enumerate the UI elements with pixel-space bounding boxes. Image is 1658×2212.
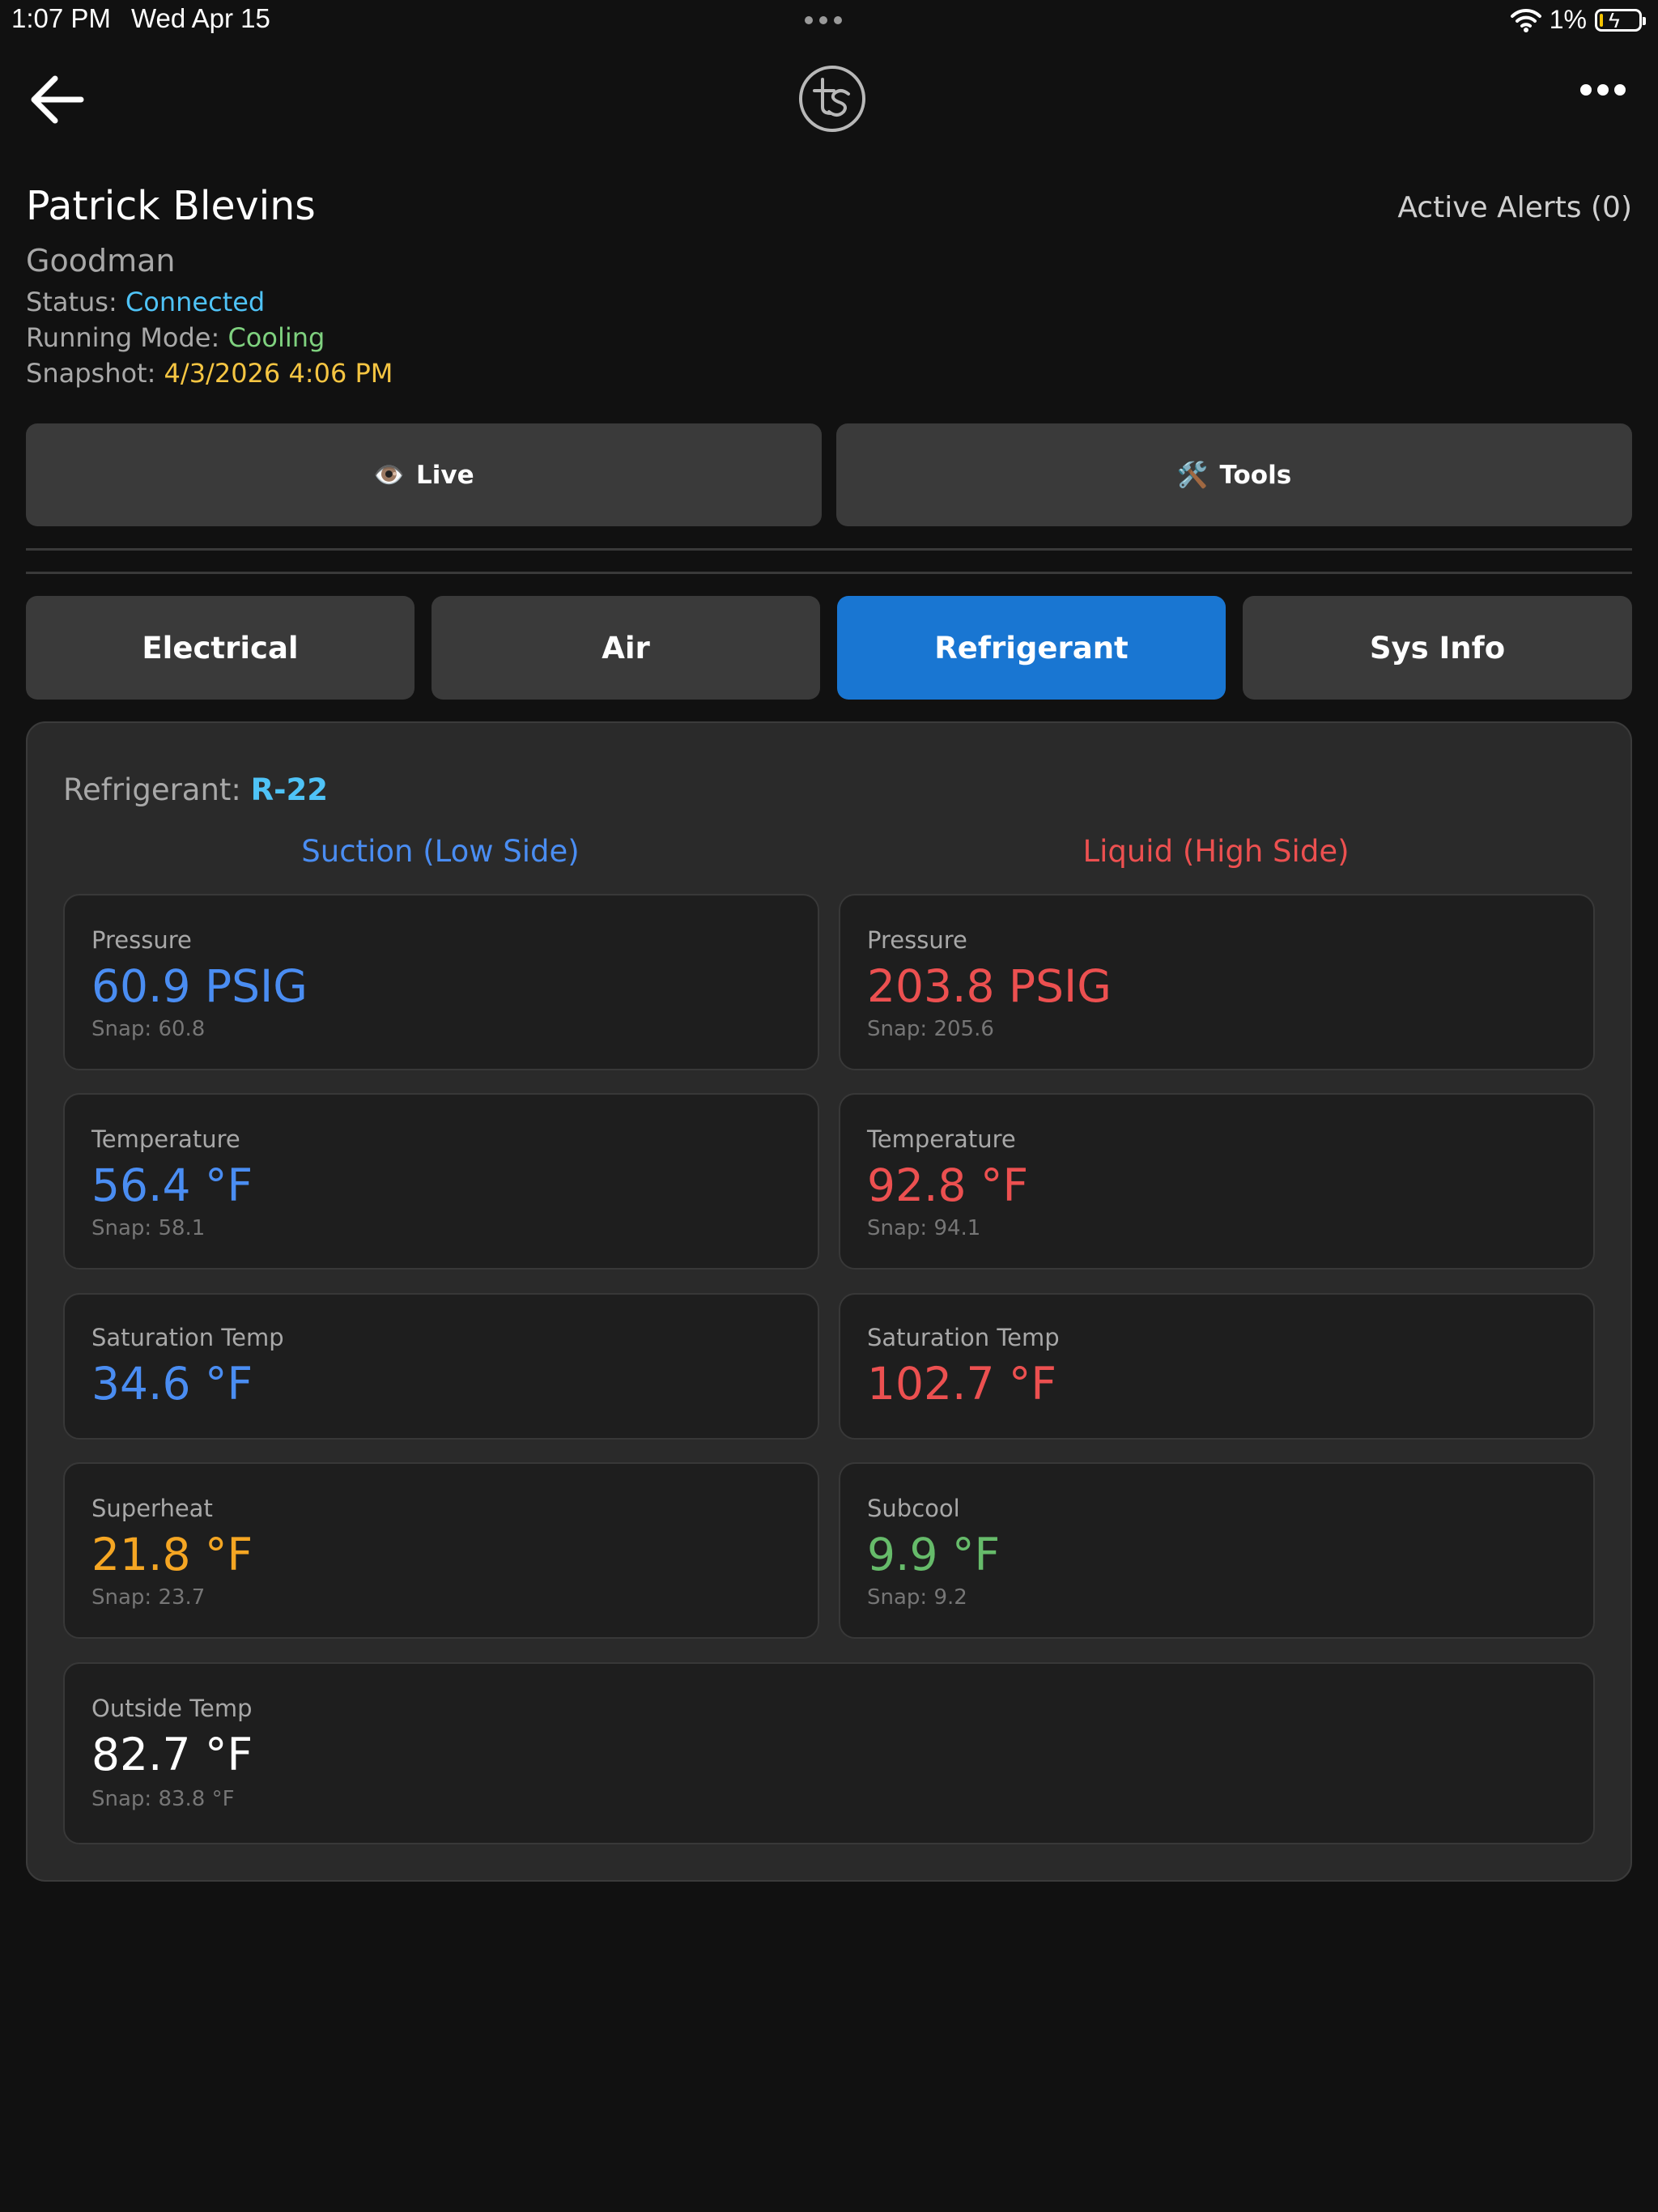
arrow-left-icon — [31, 75, 84, 124]
status-line: Status: Connected — [26, 287, 265, 317]
card-label: Superheat — [91, 1495, 213, 1522]
liquid-pressure-card: Pressure 203.8 PSIG Snap: 205.6 — [839, 894, 1595, 1070]
card-value: 82.7 °F — [91, 1729, 253, 1780]
card-value: 21.8 °F — [91, 1529, 253, 1580]
liquid-saturation-card: Saturation Temp 102.7 °F — [839, 1293, 1595, 1440]
card-label: Temperature — [91, 1125, 240, 1153]
card-label: Subcool — [867, 1495, 960, 1522]
multitask-dots-icon[interactable] — [805, 16, 842, 24]
tab-air[interactable]: Air — [432, 596, 820, 700]
active-alerts-link[interactable]: Active Alerts (0) — [1397, 191, 1632, 224]
card-snap: Snap: 83.8 °F — [91, 1787, 235, 1811]
tools-button[interactable]: 🛠️ Tools — [836, 423, 1632, 526]
status-indicators: 1% ϟ — [1510, 5, 1646, 35]
battery-percent: 1% — [1549, 5, 1587, 34]
live-label: Live — [415, 460, 474, 490]
card-label: Pressure — [867, 926, 967, 954]
card-label: Saturation Temp — [867, 1324, 1060, 1351]
running-mode-value: Cooling — [227, 322, 325, 353]
live-button[interactable]: 👁️ Live — [26, 423, 822, 526]
running-mode-label: Running Mode: — [26, 322, 228, 353]
card-snap: Snap: 205.6 — [867, 1017, 994, 1041]
battery-charging-icon: ϟ — [1595, 8, 1646, 32]
card-snap: Snap: 58.1 — [91, 1216, 206, 1240]
high-side-heading: Liquid (High Side) — [1082, 834, 1350, 869]
snapshot-value: 4/3/2026 4:06 PM — [164, 358, 393, 389]
divider — [26, 548, 1632, 551]
snapshot-label: Snapshot: — [26, 358, 164, 389]
outside-temp-card: Outside Temp 82.7 °F Snap: 83.8 °F — [63, 1662, 1595, 1844]
liquid-temperature-card: Temperature 92.8 °F Snap: 94.1 — [839, 1093, 1595, 1270]
refrigerant-label: Refrigerant: — [63, 772, 251, 807]
tab-electrical[interactable]: Electrical — [26, 596, 414, 700]
card-snap: Snap: 94.1 — [867, 1216, 981, 1240]
refrigerant-type: Refrigerant: R-22 — [63, 772, 328, 807]
suction-temperature-card: Temperature 56.4 °F Snap: 58.1 — [63, 1093, 819, 1270]
card-value: 60.9 PSIG — [91, 960, 308, 1012]
tools-label: Tools — [1219, 460, 1292, 490]
superheat-card: Superheat 21.8 °F Snap: 23.7 — [63, 1462, 819, 1639]
equipment-brand: Goodman — [26, 243, 176, 279]
low-side-heading: Suction (Low Side) — [301, 834, 580, 869]
card-snap: Snap: 9.2 — [867, 1585, 967, 1610]
status-date: Wed Apr 15 — [131, 3, 270, 33]
card-value: 92.8 °F — [867, 1159, 1029, 1211]
running-mode-line: Running Mode: Cooling — [26, 322, 325, 353]
card-value: 9.9 °F — [867, 1529, 1001, 1580]
divider — [26, 572, 1632, 574]
hammer-wrench-icon: 🛠️ — [1176, 461, 1209, 490]
customer-name: Patrick Blevins — [26, 183, 316, 229]
card-value: 203.8 PSIG — [867, 960, 1112, 1012]
snapshot-line: Snapshot: 4/3/2026 4:06 PM — [26, 358, 393, 389]
card-snap: Snap: 23.7 — [91, 1585, 206, 1610]
tab-sys-info[interactable]: Sys Info — [1243, 596, 1632, 700]
status-value: Connected — [125, 287, 266, 317]
tab-refrigerant[interactable]: Refrigerant — [837, 596, 1226, 700]
card-label: Saturation Temp — [91, 1324, 284, 1351]
card-label: Outside Temp — [91, 1695, 253, 1722]
status-label: Status: — [26, 287, 125, 317]
card-label: Pressure — [91, 926, 192, 954]
refrigerant-value: R-22 — [250, 772, 328, 807]
eye-icon: 👁️ — [373, 461, 405, 490]
status-time: 1:07 PM — [11, 3, 111, 33]
back-button[interactable] — [29, 71, 94, 128]
card-snap: Snap: 60.8 — [91, 1017, 206, 1041]
ellipsis-icon[interactable] — [1580, 84, 1626, 96]
app-logo — [798, 65, 866, 133]
wifi-icon — [1510, 8, 1541, 32]
card-value: 34.6 °F — [91, 1358, 253, 1410]
card-value: 102.7 °F — [867, 1358, 1057, 1410]
card-value: 56.4 °F — [91, 1159, 253, 1211]
card-label: Temperature — [867, 1125, 1016, 1153]
subcool-card: Subcool 9.9 °F Snap: 9.2 — [839, 1462, 1595, 1639]
suction-pressure-card: Pressure 60.9 PSIG Snap: 60.8 — [63, 894, 819, 1070]
suction-saturation-card: Saturation Temp 34.6 °F — [63, 1293, 819, 1440]
